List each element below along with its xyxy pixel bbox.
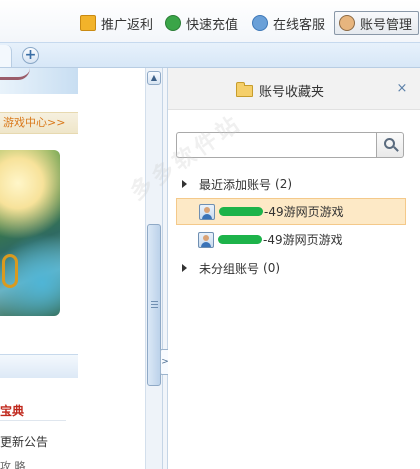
search-icon-handle: [393, 146, 399, 152]
expand-triangle-icon: [182, 264, 187, 272]
browser-tab[interactable]: [0, 45, 12, 67]
group-count: (0): [263, 261, 281, 275]
group-count: (2): [275, 177, 293, 191]
game-promo-image[interactable]: [0, 150, 60, 316]
user-avatar-icon: [199, 203, 215, 220]
announcement-link[interactable]: 更新公告: [0, 433, 66, 450]
search-button[interactable]: [376, 132, 404, 158]
panel-title: 账号收藏夹: [236, 81, 324, 100]
announcement-link-partial[interactable]: 攻 略: [0, 458, 60, 469]
web-page-view: 游戏中心>> 宝典 更新公告 攻 略: [0, 68, 145, 469]
promo-rebate-button[interactable]: 推广返利: [80, 12, 153, 34]
guide-title: 宝典: [0, 404, 25, 418]
quick-recharge-label: 快速充值: [186, 17, 239, 33]
tab-strip: +: [0, 42, 420, 68]
vertical-scrollbar[interactable]: ▲: [145, 68, 162, 469]
online-service-label: 在线客服: [273, 17, 326, 33]
promo-rebate-label: 推广返利: [101, 17, 154, 33]
account-manage-button[interactable]: 账号管理: [334, 11, 420, 35]
group-label: 最近添加账号: [199, 177, 272, 192]
phone-icon: [252, 15, 268, 31]
panel-title-text: 账号收藏夹: [259, 85, 325, 100]
add-tab-button[interactable]: +: [22, 47, 39, 64]
page-banner: [0, 68, 78, 94]
panel-header: 账号收藏夹 ×: [168, 68, 420, 110]
folder-icon: [236, 81, 253, 97]
banner-decoration: [0, 68, 30, 80]
group-recent-accounts[interactable]: 最近添加账号 (2): [182, 175, 292, 193]
group-label: 未分组账号: [199, 261, 260, 276]
game-image-decoration: [2, 254, 18, 288]
account-label: -49游网页游戏: [263, 233, 343, 247]
account-label: -49游网页游戏: [264, 205, 344, 219]
redacted-account-name: [218, 235, 262, 244]
close-icon[interactable]: ×: [395, 82, 409, 96]
app-window: 推广返利 快速充值 在线客服 账号管理 + 游戏中心>> 宝典 更新公告 攻 略: [0, 0, 420, 469]
account-search-input[interactable]: [176, 132, 376, 158]
redacted-account-name: [219, 207, 263, 216]
group-ungrouped-accounts[interactable]: 未分组账号 (0): [182, 259, 280, 277]
content-panel-header: [0, 354, 78, 378]
account-item[interactable]: -49游网页游戏: [176, 226, 406, 253]
game-center-link[interactable]: 游戏中心>>: [0, 112, 78, 134]
grip-icon: [151, 301, 158, 308]
gift-icon: [80, 15, 96, 31]
divider: [0, 420, 66, 421]
top-toolbar: 推广返利 快速充值 在线客服 账号管理: [0, 0, 420, 42]
account-item[interactable]: -49游网页游戏: [176, 198, 406, 225]
user-icon: [339, 15, 355, 31]
expand-triangle-icon: [182, 180, 187, 188]
online-service-button[interactable]: 在线客服: [252, 12, 325, 34]
recharge-icon: [165, 15, 181, 31]
account-favorites-panel: 账号收藏夹 × 最近添加账号 (2) -49游网页游戏 -49游网页游戏 未分组…: [168, 68, 420, 469]
scroll-up-arrow-icon[interactable]: ▲: [147, 71, 161, 85]
scrollbar-thumb[interactable]: [147, 224, 161, 386]
user-avatar-icon: [198, 231, 214, 248]
quick-recharge-button[interactable]: 快速充值: [165, 12, 238, 34]
account-manage-label: 账号管理: [360, 17, 413, 33]
